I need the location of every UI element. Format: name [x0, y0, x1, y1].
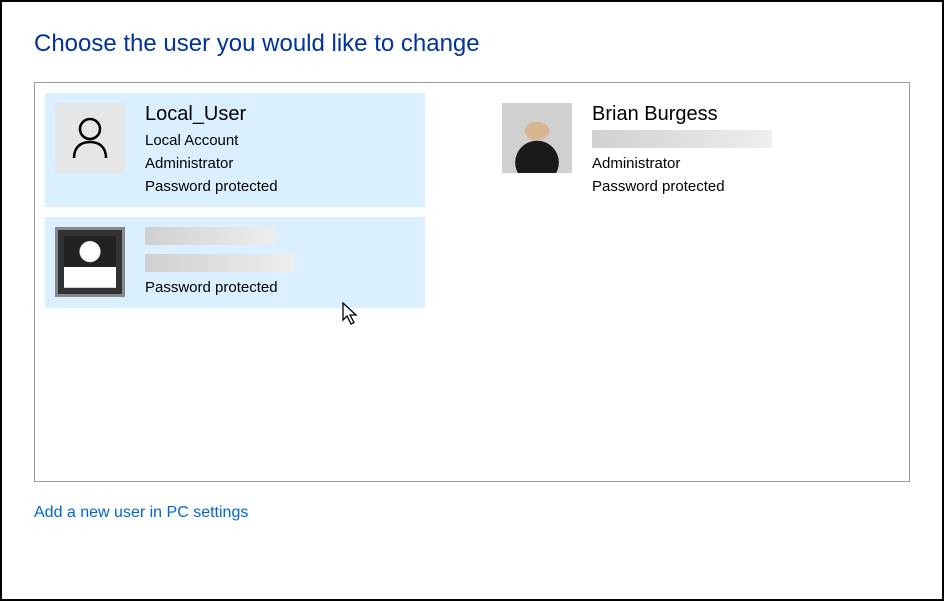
- users-grid: Local_User Local Account Administrator P…: [45, 93, 899, 308]
- user-name: Brian Burgess: [592, 103, 772, 126]
- user-detail: Administrator: [592, 153, 772, 174]
- user-info: Password protected: [145, 227, 295, 298]
- user-detail: Password protected: [145, 277, 295, 298]
- user-detail: Password protected: [592, 176, 772, 197]
- user-detail: Administrator: [145, 153, 278, 174]
- avatar-photo: [55, 227, 125, 297]
- users-panel: Local_User Local Account Administrator P…: [34, 82, 910, 482]
- avatar-placeholder-icon: [55, 103, 125, 173]
- user-detail: Local Account: [145, 130, 278, 151]
- user-tile-brian-burgess[interactable]: Brian Burgess Administrator Password pro…: [492, 93, 872, 207]
- user-tile-local-user[interactable]: Local_User Local Account Administrator P…: [45, 93, 425, 207]
- user-email-redacted: [592, 130, 772, 151]
- user-email-redacted: [145, 254, 295, 275]
- user-info: Local_User Local Account Administrator P…: [145, 103, 278, 197]
- add-user-link[interactable]: Add a new user in PC settings: [34, 504, 248, 522]
- page-title: Choose the user you would like to change: [34, 30, 910, 58]
- avatar-photo: [502, 103, 572, 173]
- user-detail: Password protected: [145, 176, 278, 197]
- user-name: Local_User: [145, 103, 278, 126]
- user-name-redacted: [145, 227, 295, 250]
- user-info: Brian Burgess Administrator Password pro…: [592, 103, 772, 197]
- user-tile-redacted[interactable]: Password protected: [45, 217, 425, 308]
